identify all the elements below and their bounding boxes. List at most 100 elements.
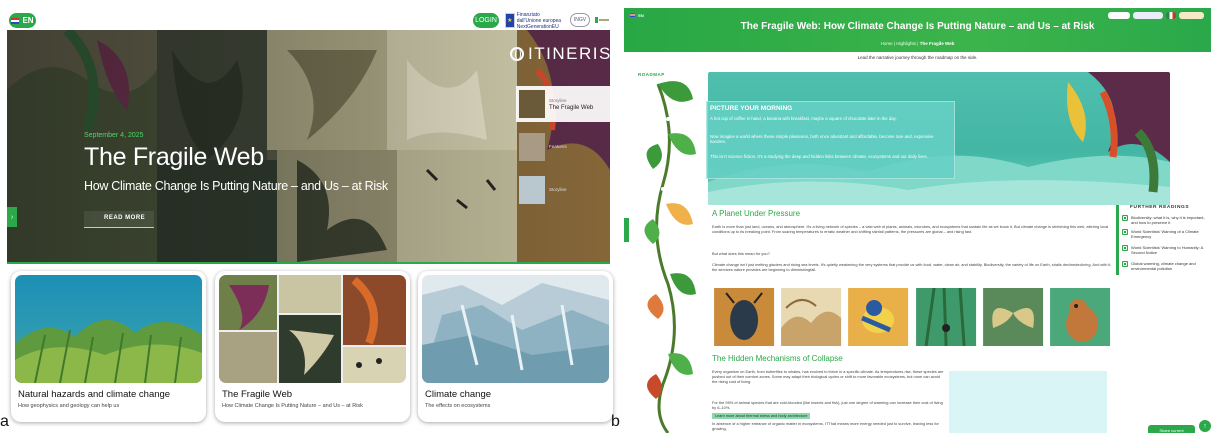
reading-item[interactable]: World Scientists' Warning to Humanity: A… [1122,245,1210,255]
glacier-image [422,275,609,383]
link-icon [1122,245,1128,251]
section-paragraph: In absence of a higher entrance of organ… [712,421,939,431]
species-gallery [712,288,1112,346]
section-paragraph: For the 95% of animal species that are c… [712,400,943,410]
morning-paragraph-3: This isn't science fiction. It's a study… [710,154,928,159]
info-box [949,371,1107,433]
breadcrumb-current: The Fragile Web [919,41,955,46]
flag-mini [1166,12,1176,19]
story-thumbnail [519,133,545,161]
story-card-fragile-web[interactable]: The Fragile Web How Climate Change Is Pu… [215,271,410,422]
story-tag: Features [549,143,567,149]
reading-item[interactable]: World Scientists' Warning of a Climate E… [1122,229,1210,239]
card-title: The Fragile Web [222,389,293,400]
insect-plant-image[interactable] [914,288,978,346]
section-title-mechanisms: The Hidden Mechanisms of Collapse [712,354,843,363]
morning-title: PICTURE YOUR MORNING [710,105,793,112]
story-tag: Storyline [549,97,567,103]
story-cards: Natural hazards and climate change How g… [11,271,613,422]
panel-a: EN LOGIN ★ Finanziato dall'Unione europe… [0,0,616,433]
language-label: EN [638,12,644,18]
section-paragraph: Every organism on Earth, from butterflie… [712,369,944,384]
itineris-logo-text: ITINERIS [528,44,610,63]
header-logos [1108,11,1208,20]
partner-mark-icon [595,17,609,23]
flag-icon [11,17,20,24]
partner-logo-ingv: INGV [570,13,590,27]
card-title: Climate change [425,389,492,400]
learn-more-link[interactable]: Learn more about thermal stress and body… [712,413,811,419]
panel-label-a: a [0,413,9,430]
reading-title: Biodiversity: what it is, why it is impo… [1131,215,1205,225]
hero-subtitle: How Climate Change Is Putting Nature – a… [84,179,388,193]
article-header: EN The Fragile Web: How Climate Change I… [624,8,1211,52]
story-thumbnail [519,176,545,204]
seagrass-image [15,275,202,383]
breadcrumb-home[interactable]: Home [881,41,893,46]
eu-funding-logo: ★ Finanziato dall'Unione europea NextGen… [505,11,565,30]
globe-icon [510,47,524,61]
link-icon [1122,261,1128,267]
story-card-climate-change[interactable]: Climate change The effects on ecosystems [418,271,613,422]
panel-label-b: b [611,413,620,430]
language-button[interactable]: EN [627,11,647,19]
roadmap-vine[interactable] [638,74,698,433]
eu-funding-text: Finanziato dall'Unione europea NextGener… [516,11,562,30]
further-readings-title: FURTHER READINGS [1130,205,1190,210]
panel-b: EN The Fragile Web: How Climate Change I… [624,8,1211,433]
section-paragraph: But what does this mean for you? [712,251,770,256]
link-icon [1122,215,1128,221]
partner-logo-secondary [594,13,610,27]
story-thumbnail [519,90,545,118]
section-title-planet: A Planet Under Pressure [712,209,801,218]
card-subtitle: How Climate Change Is Putting Nature – a… [222,403,363,409]
further-readings: FURTHER READINGS Biodiversity: what it i… [1116,205,1211,285]
hero-title: The Fragile Web [84,143,264,171]
fragile-web-collage [219,275,406,383]
story-tag: Storyline [549,186,567,192]
partner-logo-small [1179,12,1204,19]
story-card-natural-hazards[interactable]: Natural hazards and climate change How g… [11,271,206,422]
chevron-right-icon[interactable]: › [7,207,17,227]
side-story-3[interactable]: Storyline [516,172,614,208]
morning-paragraph-2: Now imagine a world where these simple p… [710,134,934,145]
squirrel-image[interactable] [1048,288,1112,346]
flag-icon [630,13,636,17]
hero-divider [7,262,610,264]
beetle-image[interactable] [712,288,776,346]
hero-date: September 4, 2025 [84,132,144,139]
reading-item[interactable]: Biodiversity: what it is, why it is impo… [1122,215,1210,225]
card-subtitle: How geophysics and geology can help us [18,403,120,409]
section-paragraph: Climate change isn't just melting glacie… [712,262,1112,272]
top-bar: EN LOGIN ★ Finanziato dall'Unione europe… [0,0,616,30]
language-label: EN [22,16,34,25]
eu-logo-small [1133,12,1163,19]
login-pill-small[interactable] [1108,12,1130,19]
itineris-logo: ITINERIS [510,44,610,64]
further-readings-bar [1116,205,1119,275]
share-button[interactable]: Share current [1148,425,1195,433]
roadmap-hint: Lead the narrative journey through the r… [857,55,978,60]
reading-item[interactable]: Global warming, climate change and envir… [1122,261,1210,271]
reading-title: Global warming, climate change and envir… [1131,261,1196,271]
link-icon [1122,229,1128,235]
reading-title: World Scientists' Warning of a Climate E… [1131,229,1199,239]
card-title: Natural hazards and climate change [18,389,171,400]
bird-image[interactable] [846,288,910,346]
eu-flag-icon: ★ [505,13,515,28]
language-button[interactable]: EN [9,13,36,28]
section-paragraph: Earth is more than just land, oceans, an… [712,224,1109,234]
coral-image[interactable] [779,288,843,346]
login-button[interactable]: LOGIN [473,13,499,28]
moth-image[interactable] [981,288,1045,346]
side-story-1[interactable]: Storyline The Fragile Web [516,86,614,122]
card-subtitle: The effects on ecosystems [425,403,491,409]
side-story-2[interactable]: Features [516,129,614,165]
arrow-up-icon[interactable]: ↑ [1199,420,1211,432]
morning-paragraph-1: A hot cup of coffee in hand, a banana wi… [710,116,897,121]
side-tab[interactable] [624,218,629,242]
breadcrumb-highlights[interactable]: Highlights [896,41,916,46]
breadcrumb: Home | Highlights | The Fragile Web [880,41,955,46]
read-more-button[interactable]: READ MORE [84,211,154,228]
article-title: The Fragile Web: How Climate Change Is P… [740,21,1095,32]
